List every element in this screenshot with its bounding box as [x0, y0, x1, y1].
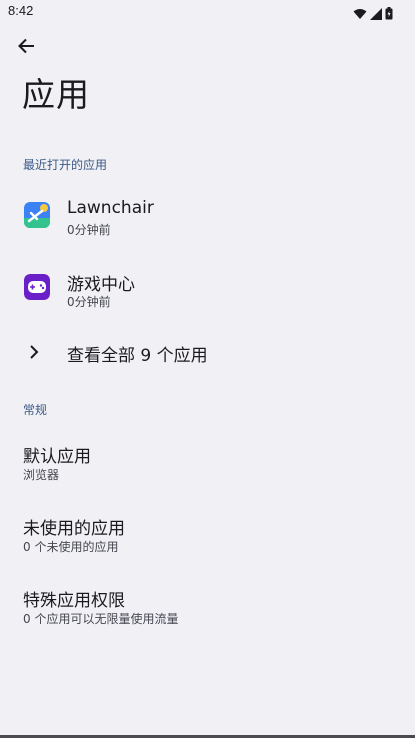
app-last-used: 0分钟前 [67, 295, 111, 309]
pref-subtitle: 0 个未使用的应用 [23, 540, 119, 554]
app-name: 游戏中心 [67, 275, 135, 295]
pref-subtitle: 0 个应用可以无限量使用流量 [23, 612, 179, 626]
game-center-icon [24, 274, 50, 300]
chevron-right-icon [26, 342, 42, 362]
recent-app-lawnchair[interactable]: Lawnchair 0分钟前 [0, 188, 415, 256]
general-header: 常规 [23, 403, 48, 417]
unused-apps-item[interactable]: 未使用的应用 0 个未使用的应用 [0, 504, 415, 568]
wifi-icon [353, 5, 367, 24]
app-last-used: 0分钟前 [67, 223, 111, 237]
app-name: Lawnchair [67, 198, 154, 218]
pref-subtitle: 浏览器 [23, 468, 60, 482]
status-time: 8:42 [8, 3, 34, 18]
lawnchair-icon [24, 202, 50, 228]
pref-title: 特殊应用权限 [23, 591, 125, 611]
recent-app-game-center[interactable]: 游戏中心 0分钟前 [0, 260, 415, 328]
arrow-back-icon [17, 37, 35, 59]
status-bar: 8:42 [0, 0, 415, 24]
battery-icon [385, 5, 393, 24]
default-apps-item[interactable]: 默认应用 浏览器 [0, 432, 415, 496]
page-title: 应用 [22, 75, 90, 114]
recent-apps-header: 最近打开的应用 [23, 158, 108, 172]
status-icons [353, 5, 393, 24]
back-button[interactable] [10, 32, 42, 64]
pref-title: 未使用的应用 [23, 519, 125, 539]
see-all-apps-label: 查看全部 9 个应用 [67, 346, 208, 366]
see-all-apps-button[interactable]: 查看全部 9 个应用 [0, 332, 415, 372]
signal-icon [370, 5, 382, 24]
pref-title: 默认应用 [23, 447, 91, 467]
special-app-access-item[interactable]: 特殊应用权限 0 个应用可以无限量使用流量 [0, 576, 415, 640]
